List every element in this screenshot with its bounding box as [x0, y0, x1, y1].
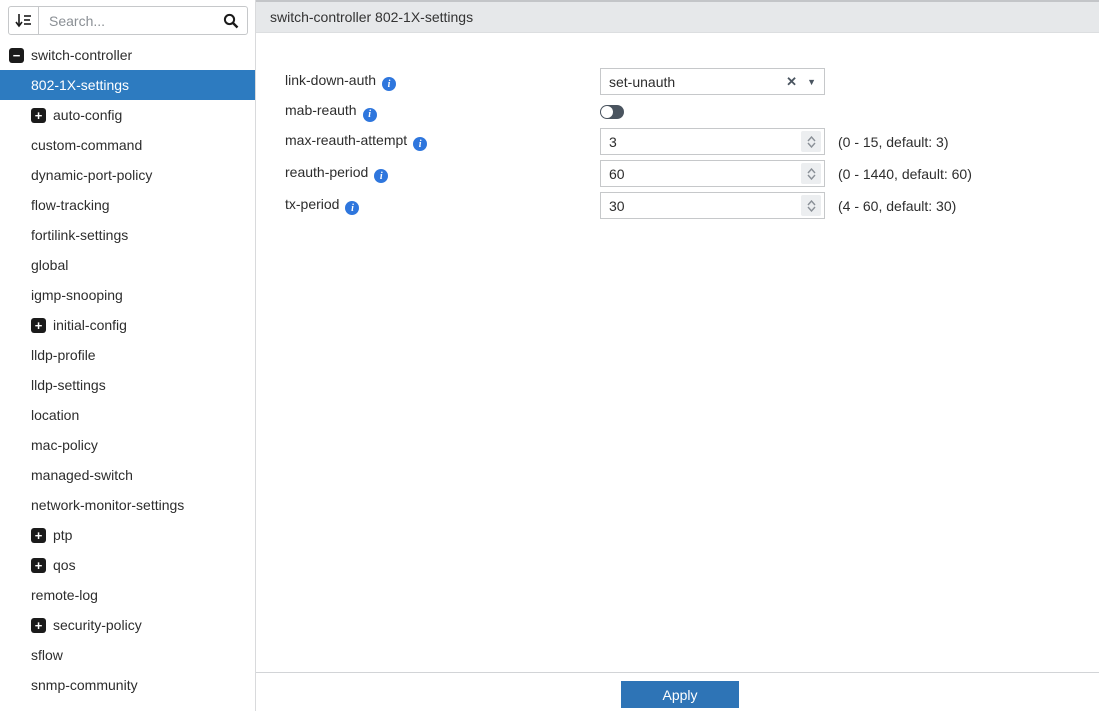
search-bar: [8, 6, 248, 35]
field-row-mab-reauth: mab-reauthi: [256, 101, 280, 123]
field-label: reauth-periodi: [285, 164, 388, 184]
sidebar-item-network-monitor-settings[interactable]: network-monitor-settings: [0, 490, 255, 520]
sidebar-item-dynamic-port-policy[interactable]: dynamic-port-policy: [0, 160, 255, 190]
sidebar-item-ptp[interactable]: + ptp: [0, 520, 255, 550]
settings-form: link-down-authi set-unauth ✕ ▼ mab-reaut…: [256, 33, 1099, 633]
footer-divider: [256, 672, 1099, 673]
field-label: mab-reauthi: [285, 102, 377, 122]
field-label: link-down-authi: [285, 72, 396, 92]
reauth-period-input[interactable]: [601, 166, 801, 182]
config-tree: − switch-controller 802-1X-settings + au…: [0, 40, 255, 700]
sidebar-item-location[interactable]: location: [0, 400, 255, 430]
sidebar-item-fortilink-settings[interactable]: fortilink-settings: [0, 220, 255, 250]
expand-icon[interactable]: +: [31, 558, 46, 573]
spinner-down-icon: [807, 174, 816, 180]
sort-button[interactable]: [9, 7, 39, 34]
sidebar-item-flow-tracking[interactable]: flow-tracking: [0, 190, 255, 220]
search-input[interactable]: [39, 7, 215, 34]
tx-period-input[interactable]: [601, 198, 801, 214]
info-icon[interactable]: i: [413, 137, 427, 151]
chevron-down-icon[interactable]: ▼: [807, 77, 816, 87]
sidebar-item-sflow[interactable]: sflow: [0, 640, 255, 670]
quantity-stepper[interactable]: [801, 163, 821, 184]
select-value: set-unauth: [609, 74, 786, 90]
apply-button[interactable]: Apply: [621, 681, 739, 708]
sidebar-item-managed-switch[interactable]: managed-switch: [0, 460, 255, 490]
search-button[interactable]: [215, 7, 247, 34]
field-label: tx-periodi: [285, 196, 359, 216]
sidebar-item-lldp-settings[interactable]: lldp-settings: [0, 370, 255, 400]
reauth-period-input-wrap: [600, 160, 825, 187]
quantity-stepper[interactable]: [801, 131, 821, 152]
info-icon[interactable]: i: [374, 169, 388, 183]
info-icon[interactable]: i: [382, 77, 396, 91]
sidebar: − switch-controller 802-1X-settings + au…: [0, 0, 256, 711]
expand-icon[interactable]: +: [31, 528, 46, 543]
search-icon: [223, 13, 239, 29]
sidebar-item-802-1X-settings[interactable]: 802-1X-settings: [0, 70, 255, 100]
link-down-auth-select[interactable]: set-unauth ✕ ▼: [600, 68, 825, 95]
max-reauth-attempt-input-wrap: [600, 128, 825, 155]
tree-root-label: switch-controller: [31, 47, 132, 63]
sidebar-item-snmp-community[interactable]: snmp-community: [0, 670, 255, 700]
sidebar-item-security-policy[interactable]: + security-policy: [0, 610, 255, 640]
range-hint: (4 - 60, default: 30): [838, 198, 956, 214]
sidebar-item-igmp-snooping[interactable]: igmp-snooping: [0, 280, 255, 310]
sidebar-item-qos[interactable]: + qos: [0, 550, 255, 580]
tx-period-input-wrap: [600, 192, 825, 219]
sidebar-item-remote-log[interactable]: remote-log: [0, 580, 255, 610]
sort-icon: [15, 13, 32, 28]
expand-icon[interactable]: +: [31, 108, 46, 123]
expand-icon[interactable]: +: [31, 318, 46, 333]
page-title: switch-controller 802-1X-settings: [270, 9, 473, 25]
sidebar-item-custom-command[interactable]: custom-command: [0, 130, 255, 160]
sidebar-item-global[interactable]: global: [0, 250, 255, 280]
max-reauth-attempt-input[interactable]: [601, 134, 801, 150]
main-panel: switch-controller 802-1X-settings link-d…: [256, 0, 1099, 711]
mab-reauth-toggle[interactable]: [600, 105, 624, 119]
info-icon[interactable]: i: [345, 201, 359, 215]
page-title-bar: switch-controller 802-1X-settings: [256, 0, 1099, 33]
info-icon[interactable]: i: [363, 108, 377, 122]
spinner-down-icon: [807, 206, 816, 212]
clear-icon[interactable]: ✕: [786, 74, 797, 90]
expand-icon[interactable]: +: [31, 618, 46, 633]
tree-root-switch-controller[interactable]: − switch-controller: [0, 40, 255, 70]
sidebar-item-lldp-profile[interactable]: lldp-profile: [0, 340, 255, 370]
toggle-knob: [601, 106, 613, 118]
collapse-icon[interactable]: −: [9, 48, 24, 63]
spinner-down-icon: [807, 142, 816, 148]
range-hint: (0 - 1440, default: 60): [838, 166, 972, 182]
range-hint: (0 - 15, default: 3): [838, 134, 949, 150]
sidebar-item-initial-config[interactable]: + initial-config: [0, 310, 255, 340]
field-label: max-reauth-attempti: [285, 132, 427, 152]
quantity-stepper[interactable]: [801, 195, 821, 216]
sidebar-item-auto-config[interactable]: + auto-config: [0, 100, 255, 130]
sidebar-item-mac-policy[interactable]: mac-policy: [0, 430, 255, 460]
